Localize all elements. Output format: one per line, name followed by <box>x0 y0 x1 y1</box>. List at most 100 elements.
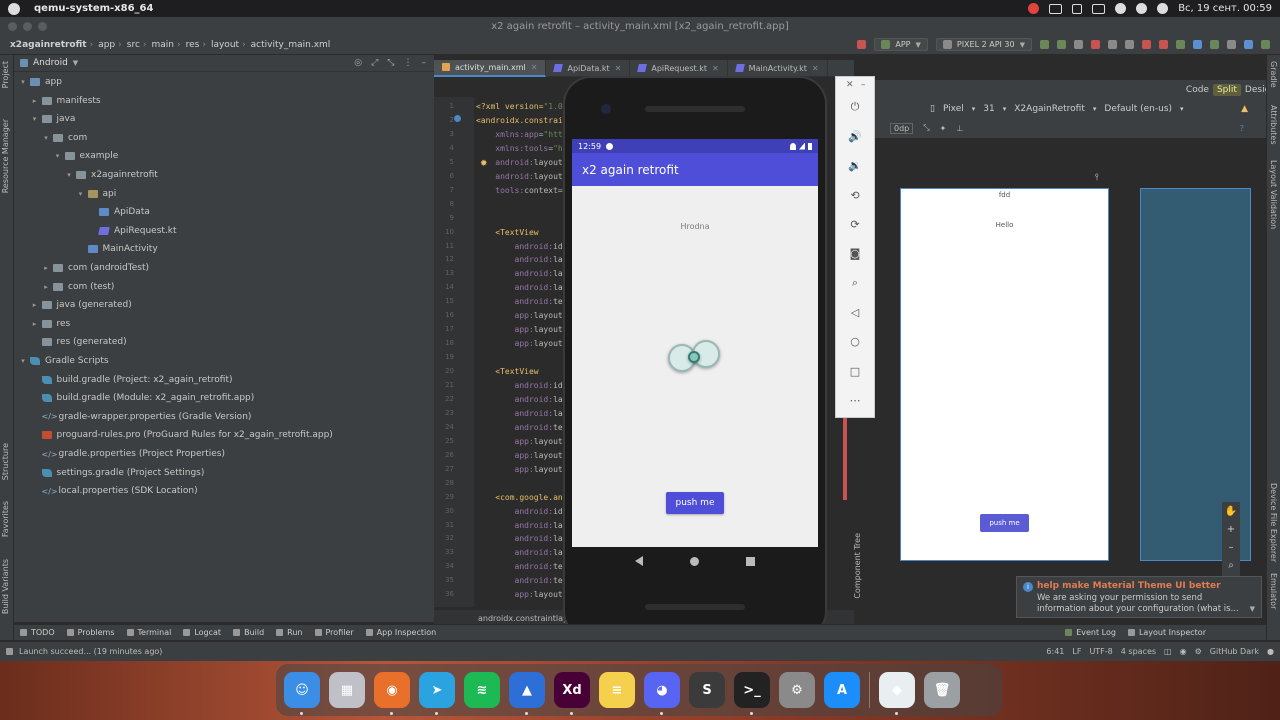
warning-icon[interactable]: ▲ <box>1241 104 1248 114</box>
tree-item[interactable]: ▾ api <box>76 185 117 203</box>
volume-up-icon[interactable]: 🔊 <box>847 128 863 144</box>
layout-inspector-button[interactable]: Layout Inspector <box>1127 628 1206 637</box>
menubar-clock[interactable]: Вс, 19 сент. 00:59 <box>1178 3 1272 14</box>
close-window-icon[interactable] <box>8 22 17 31</box>
preview-textview-hello[interactable]: Hello <box>901 221 1108 229</box>
adobe-xd-icon[interactable]: Xd <box>554 672 590 715</box>
code-line[interactable]: android:la <box>476 395 563 404</box>
code-line[interactable]: <androidx.constrai <box>476 116 563 125</box>
overview-icon[interactable]: □ <box>847 363 863 379</box>
apply-code-changes-icon[interactable] <box>1074 40 1083 49</box>
tree-item[interactable]: ▾ com <box>41 129 87 147</box>
lightbulb-icon[interactable]: ✹ <box>480 159 488 169</box>
code-line[interactable]: android:te <box>476 423 563 432</box>
sync-gradle-icon[interactable] <box>1176 40 1185 49</box>
display-icon[interactable] <box>1049 3 1063 14</box>
trash-icon[interactable]: 🗑 <box>924 672 960 708</box>
home-icon[interactable] <box>689 556 699 566</box>
tree-item[interactable]: ▾ x2againretrofit <box>64 166 158 184</box>
chevron-right-icon[interactable]: ▸ <box>41 283 51 291</box>
zoom-in-icon[interactable]: + <box>1222 520 1240 538</box>
code-line[interactable]: app:layout <box>476 325 563 334</box>
breadcrumb-item[interactable]: main <box>152 40 175 50</box>
file-encoding[interactable]: UTF-8 <box>1089 647 1112 656</box>
rerun-icon[interactable] <box>1040 40 1049 49</box>
tool-window-gradle[interactable]: Gradle <box>1269 61 1278 88</box>
code-line[interactable]: android:la <box>476 534 563 543</box>
back-icon[interactable] <box>635 556 644 566</box>
tool-window-device-file-explorer[interactable]: Device File Explorer <box>1269 483 1278 562</box>
bottom-tool-app-inspection[interactable]: App Inspection <box>365 628 436 637</box>
rotate-right-icon[interactable]: ⟳ <box>847 216 863 232</box>
tree-item[interactable]: res (generated) <box>30 333 127 351</box>
control-center-icon[interactable] <box>1136 3 1148 14</box>
chevron-down-icon[interactable]: ▾ <box>41 134 51 142</box>
settings-icon[interactable] <box>1261 40 1270 49</box>
preview-device-select[interactable]: Pixel <box>943 104 964 114</box>
close-tab-icon[interactable]: ✕ <box>812 64 819 73</box>
code-line[interactable]: app:layout <box>476 451 563 460</box>
tree-item[interactable]: </> gradle-wrapper.properties (Gradle Ver… <box>30 408 252 426</box>
launchpad-icon[interactable]: ▦ <box>329 672 365 708</box>
tree-item[interactable]: </> gradle.properties (Project Properties… <box>30 445 226 463</box>
minimize-window-icon[interactable] <box>23 22 32 31</box>
tree-item[interactable]: build.gradle (Module: x2_again_retrofit.… <box>30 389 254 407</box>
splitter-handle[interactable] <box>843 418 847 500</box>
apply-changes-icon[interactable] <box>1057 40 1066 49</box>
tree-item[interactable]: ▸ res <box>30 315 71 333</box>
breadcrumb-item[interactable]: app <box>98 40 115 50</box>
zoom-icon[interactable]: ⌕ <box>847 275 863 291</box>
finder-icon[interactable]: ☺ <box>284 672 320 715</box>
code-line[interactable]: android:layout <box>476 172 562 181</box>
project-view-select[interactable]: Android <box>33 58 68 68</box>
system-preferences-icon[interactable]: ⚙ <box>779 672 815 708</box>
discord-icon[interactable]: ◕ <box>644 672 680 715</box>
code-line[interactable]: android:layout <box>476 158 562 167</box>
tool-window-component-tree[interactable]: Component Tree <box>853 533 862 599</box>
editor-tab[interactable]: ApiData.kt ✕ <box>546 59 631 77</box>
expand-icon[interactable]: ⤢ <box>371 58 378 68</box>
bottom-tool-problems[interactable]: Problems <box>66 628 115 637</box>
firefox-icon[interactable]: ◉ <box>374 672 410 715</box>
infer-constraints-icon[interactable]: ✦ <box>940 124 947 133</box>
hammer-icon[interactable] <box>857 40 867 49</box>
camera-icon[interactable]: ◙ <box>847 245 863 261</box>
chevron-right-icon[interactable]: ▸ <box>30 97 40 105</box>
code-line[interactable]: <com.google.an <box>476 493 562 502</box>
tree-item[interactable]: ▾ app <box>18 73 62 91</box>
bottom-tool-build[interactable]: Build <box>233 628 264 637</box>
rotate-left-icon[interactable]: ⟲ <box>847 187 863 203</box>
code-line[interactable]: <?xml version="1.0 <box>476 102 563 111</box>
api-level-select[interactable]: 31 <box>983 104 994 114</box>
chevron-down-icon[interactable]: ▾ <box>76 190 86 198</box>
bottom-tool-todo[interactable]: TODO <box>20 628 55 637</box>
status-message[interactable]: Launch succeed... (19 minutes ago) <box>19 647 162 656</box>
spotify-icon[interactable]: ≋ <box>464 672 500 708</box>
clear-constraints-icon[interactable]: ⤡ <box>923 123 929 133</box>
keyboard-input-icon[interactable] <box>1072 3 1083 14</box>
code-line[interactable]: app:layout <box>476 339 563 348</box>
lock-icon[interactable]: ◫ <box>1164 647 1172 656</box>
home-icon[interactable]: ○ <box>847 333 863 349</box>
code-line[interactable]: xmlns:app="htt <box>476 130 562 139</box>
chevron-down-icon[interactable]: ▾ <box>18 78 28 86</box>
tree-item[interactable]: ▸ com (test) <box>41 278 114 296</box>
app-store-icon[interactable]: A <box>824 672 860 708</box>
bottom-tool-run[interactable]: Run <box>276 628 303 637</box>
volume-down-icon[interactable]: 🔉 <box>847 157 863 173</box>
stop-all-icon[interactable] <box>1159 40 1168 49</box>
github-icon[interactable]: ● <box>1267 647 1274 656</box>
apple-menu-icon[interactable] <box>8 2 20 15</box>
guidelines-icon[interactable]: ⊥ <box>956 124 963 133</box>
code-line[interactable]: android:la <box>476 409 563 418</box>
tree-item[interactable]: proguard-rules.pro (ProGuard Rules for x… <box>30 426 333 444</box>
code-line[interactable]: android:la <box>476 283 563 292</box>
tool-window-layout-validation[interactable]: Layout Validation <box>1269 160 1278 229</box>
tree-item[interactable]: settings.gradle (Project Settings) <box>30 464 204 482</box>
debug-icon[interactable] <box>1091 40 1100 49</box>
editor-tab[interactable]: activity_main.xml ✕ <box>434 59 547 77</box>
profile-icon[interactable] <box>1108 40 1117 49</box>
memory-icon[interactable]: ⚙ <box>1195 647 1202 656</box>
help-icon[interactable]: ? <box>1240 124 1244 133</box>
chevron-down-icon[interactable]: ▾ <box>18 357 28 365</box>
